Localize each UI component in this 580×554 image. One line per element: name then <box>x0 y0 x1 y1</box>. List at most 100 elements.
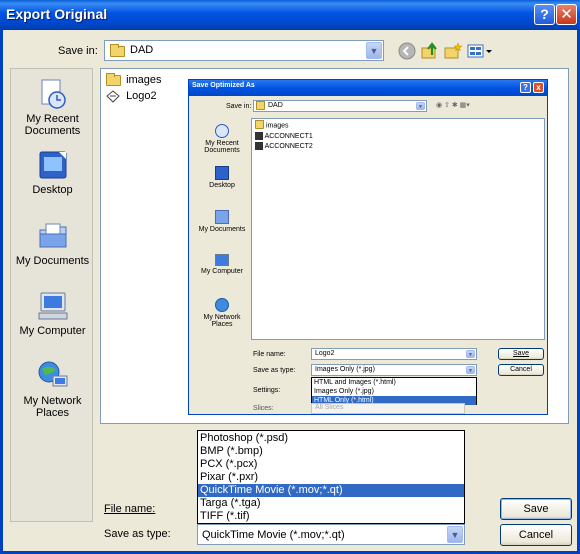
inner-help-icon: ? <box>520 82 531 93</box>
up-folder-icon[interactable] <box>421 42 439 60</box>
title-bar: Export Original ? ✕ <box>0 0 580 30</box>
places-bar: My Recent Documents Desktop My Documents… <box>10 68 93 522</box>
file-name: images <box>126 74 162 86</box>
inner-place: Desktop <box>195 166 249 189</box>
inner-place-label: My Computer <box>200 268 243 275</box>
inner-toolbar-icons: ◉ ⇧ ✱ ▦▾ <box>436 102 470 109</box>
inner-list-item: images <box>255 120 289 130</box>
save-as-type-dropdown[interactable]: QuickTime Movie (*.mov;*.qt) ▼ <box>197 524 465 545</box>
save-in-dropdown[interactable]: DAD ▼ <box>104 40 384 61</box>
save-in-label: Save in: <box>58 45 98 57</box>
inner-place: My Documents <box>195 210 249 233</box>
network-places-icon <box>215 298 229 312</box>
inner-title-bar: Save Optimized As ? x <box>189 80 547 96</box>
inner-places-bar: My Recent Documents Desktop My Documents… <box>195 118 249 416</box>
chevron-down-icon: ▼ <box>466 366 475 374</box>
inner-place: My Recent Documents <box>195 124 249 154</box>
embedded-save-optimized-dialog-image: Save Optimized As ? x Save in: DAD ▼ ◉ ⇧… <box>188 79 548 415</box>
my-computer-icon <box>38 292 67 320</box>
inner-save-button: Save <box>498 348 544 360</box>
file-name-label: File name: <box>104 503 155 515</box>
new-folder-icon[interactable] <box>444 42 462 60</box>
chevron-down-icon: ▼ <box>447 526 463 543</box>
type-option-pxr[interactable]: Pixar (*.pxr) <box>198 471 464 484</box>
folder-icon <box>256 101 265 110</box>
inner-slices-label: Slices: <box>253 405 274 412</box>
type-option-psd[interactable]: Photoshop (*.psd) <box>198 432 464 445</box>
chevron-down-icon: ▼ <box>366 42 382 59</box>
shortcut-file-icon <box>106 90 120 103</box>
save-as-type-label: Save as type: <box>104 528 171 540</box>
place-label: My Documents <box>15 255 90 267</box>
desktop-icon <box>215 166 229 180</box>
recent-documents-icon <box>215 124 229 138</box>
inner-slices-value: All Slices <box>315 404 344 411</box>
place-label: Desktop <box>32 184 73 196</box>
save-as-type-dropdown-list: Photoshop (*.psd) BMP (*.bmp) PCX (*.pcx… <box>197 430 465 524</box>
inner-file-name: ACCONNECT1 <box>264 132 313 140</box>
window-title: Export Original <box>6 6 108 22</box>
inner-file-name-value: Logo2 <box>315 350 335 357</box>
file-name: Logo2 <box>126 90 157 103</box>
chevron-down-icon: ▼ <box>416 102 425 110</box>
inner-type-dropdown-list: HTML and Images (*.html) Images Only (*.… <box>311 377 477 405</box>
place-label: My Recent Documents <box>24 113 81 137</box>
list-item-images[interactable]: images <box>106 72 162 86</box>
type-option-tif[interactable]: TIFF (*.tif) <box>198 510 464 523</box>
inner-place-label: Desktop <box>209 182 235 189</box>
save-button[interactable]: Save <box>500 498 572 520</box>
inner-list-item: ACCONNECT1 <box>255 132 313 140</box>
inner-place: My Network Places <box>195 298 249 328</box>
file-icon <box>255 142 263 150</box>
close-button[interactable]: ✕ <box>556 4 577 25</box>
file-list[interactable]: images Logo2 Save Optimized As ? x Save … <box>100 68 569 424</box>
folder-icon <box>110 44 125 57</box>
place-my-recent-documents[interactable]: My Recent Documents <box>11 78 94 137</box>
inner-file-list: images ACCONNECT1 ACCONNECT2 <box>251 118 545 340</box>
place-label: My Computer <box>19 325 86 337</box>
inner-type-option: HTML and Images (*.html) <box>314 379 396 386</box>
inner-title: Save Optimized As <box>192 82 255 89</box>
type-option-quicktime[interactable]: QuickTime Movie (*.mov;*.qt) <box>198 484 464 497</box>
back-icon[interactable] <box>398 42 416 60</box>
inner-place-label: My Recent Documents <box>204 140 240 154</box>
inner-save-as-type-label: Save as type: <box>253 367 296 374</box>
inner-save-label: Save <box>513 350 529 357</box>
my-computer-icon <box>215 254 229 266</box>
file-icon <box>255 132 263 140</box>
inner-close-icon: x <box>533 82 544 93</box>
inner-place-label: My Network Places <box>203 314 241 328</box>
inner-save-in-value: DAD <box>268 102 283 109</box>
type-option-bmp[interactable]: BMP (*.bmp) <box>198 445 464 458</box>
inner-file-name-label: File name: <box>253 351 286 358</box>
cancel-button[interactable]: Cancel <box>500 524 572 546</box>
inner-file-name-field: Logo2 ▼ <box>311 348 477 360</box>
inner-list-item: ACCONNECT2 <box>255 142 313 150</box>
save-in-value: DAD <box>130 44 154 56</box>
view-menu-icon[interactable] <box>467 42 493 60</box>
chevron-down-icon: ▼ <box>466 350 475 358</box>
inner-slices-dropdown: All Slices <box>311 403 465 414</box>
inner-save-as-type-value: Images Only (*.jpg) <box>315 366 375 373</box>
desktop-icon <box>39 151 66 179</box>
inner-save-in-label: Save in: <box>226 103 252 110</box>
place-my-network-places[interactable]: My Network Places <box>11 360 94 419</box>
place-label: My Network Places <box>23 395 82 419</box>
place-my-computer[interactable]: My Computer <box>11 290 94 337</box>
recent-documents-icon <box>41 79 66 109</box>
type-option-pcx[interactable]: PCX (*.pcx) <box>198 458 464 471</box>
help-button[interactable]: ? <box>534 4 555 25</box>
inner-cancel-label: Cancel <box>510 366 532 373</box>
my-documents-icon <box>215 210 229 224</box>
folder-icon <box>255 120 264 129</box>
inner-place: My Computer <box>195 254 249 275</box>
place-my-documents[interactable]: My Documents <box>11 220 94 267</box>
inner-settings-label: Settings: <box>253 387 281 394</box>
type-option-tga[interactable]: Targa (*.tga) <box>198 497 464 510</box>
inner-file-name: ACCONNECT2 <box>264 142 313 150</box>
list-item-logo2[interactable]: Logo2 <box>106 90 157 103</box>
place-desktop[interactable]: Desktop <box>11 149 94 196</box>
inner-cancel-button: Cancel <box>498 364 544 376</box>
inner-file-name: images <box>265 122 289 130</box>
inner-save-in-dropdown: DAD ▼ <box>253 100 427 112</box>
